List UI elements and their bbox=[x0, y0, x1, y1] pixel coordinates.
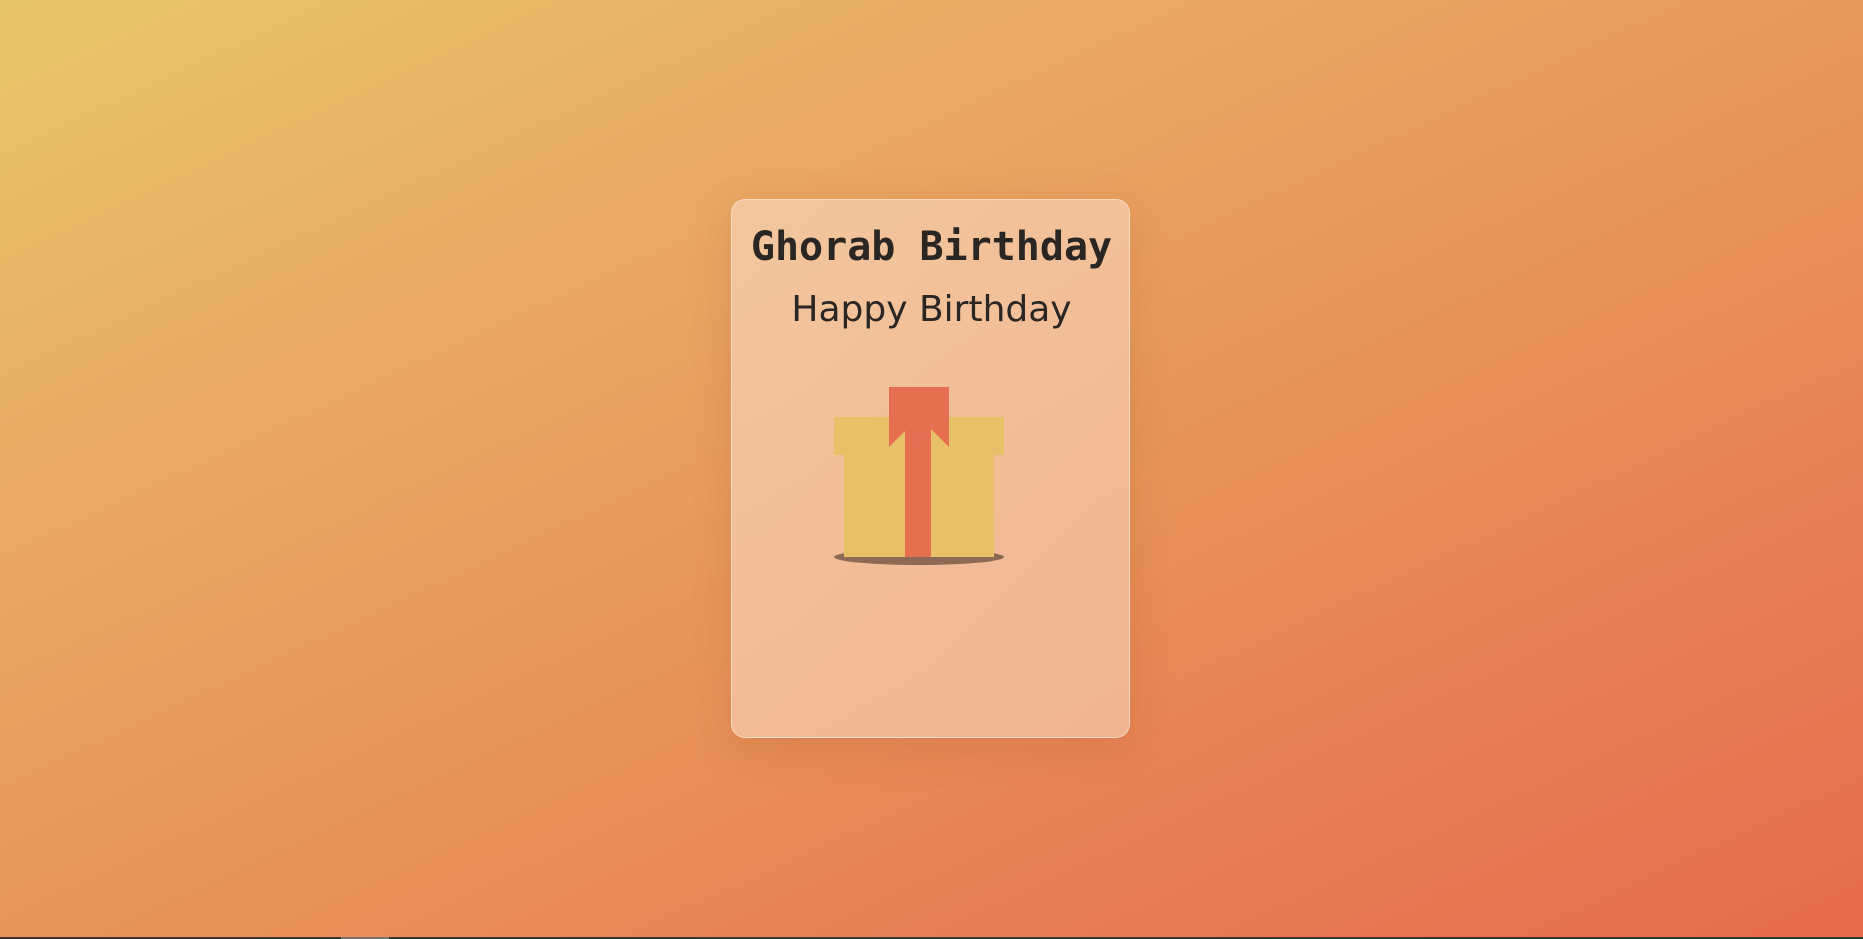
birthday-card: Ghorab Birthday Happy Birthday bbox=[731, 199, 1130, 738]
gift-ribbon-vertical bbox=[905, 427, 931, 557]
gift-ribbon-bow bbox=[889, 387, 949, 447]
card-subtitle: Happy Birthday bbox=[791, 289, 1072, 330]
gift-box-icon[interactable] bbox=[834, 387, 1004, 567]
card-title: Ghorab Birthday bbox=[750, 224, 1113, 270]
